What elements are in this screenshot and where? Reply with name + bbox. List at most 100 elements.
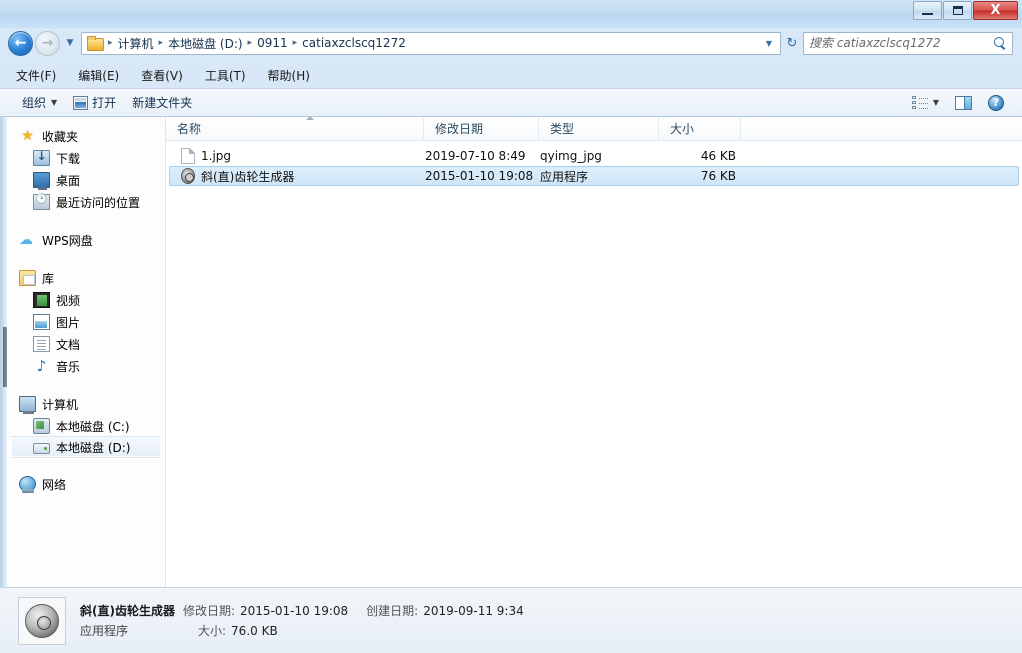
video-icon bbox=[33, 292, 50, 308]
music-icon bbox=[33, 358, 50, 374]
sidebar-item-wps-cloud[interactable]: WPS网盘 bbox=[7, 229, 165, 251]
column-header-type[interactable]: 类型 bbox=[539, 117, 659, 140]
library-icon bbox=[19, 270, 36, 286]
sidebar-item-local-disk-d[interactable]: 本地磁盘 (D:) bbox=[11, 436, 161, 458]
maximize-icon bbox=[952, 6, 963, 15]
breadcrumb-local-disk-d[interactable]: 本地磁盘 (D:) bbox=[166, 35, 244, 52]
explorer-window: X ← → ▼ ▸ 计算机 ▸ 本地磁盘 (D:) ▸ 0911 ▸ catia… bbox=[0, 0, 1022, 653]
sidebar-item-libraries[interactable]: 库 bbox=[7, 267, 165, 289]
details-status-bar: 斜(直)齿轮生成器 修改日期: 2015-01-10 19:08 创建日期: 2… bbox=[0, 587, 1022, 653]
breadcrumb-separator[interactable]: ▸ bbox=[105, 38, 116, 48]
sidebar-item-desktop[interactable]: 桌面 bbox=[7, 169, 165, 191]
status-file-name: 斜(直)齿轮生成器 bbox=[80, 604, 175, 618]
file-name-cell: 1.jpg bbox=[170, 148, 425, 164]
title-bar: X bbox=[0, 0, 1022, 28]
sidebar-item-label: 视频 bbox=[56, 293, 81, 308]
sidebar-item-network[interactable]: 网络 bbox=[7, 473, 165, 495]
change-view-button[interactable]: ▼ bbox=[904, 92, 947, 114]
column-header-size[interactable]: 大小 bbox=[659, 117, 741, 140]
jpg-file-icon bbox=[181, 148, 195, 164]
picture-icon bbox=[33, 314, 50, 330]
sidebar-item-label: 收藏夹 bbox=[42, 129, 79, 144]
sidebar-item-label: 本地磁盘 (D:) bbox=[56, 440, 131, 455]
application-exe-icon bbox=[181, 168, 195, 184]
desktop-icon bbox=[33, 172, 50, 190]
status-line-secondary: 应用程序 大小: 76.0 KB bbox=[80, 622, 524, 639]
column-header-row: 名称 修改日期 类型 大小 bbox=[166, 116, 1022, 141]
close-button[interactable]: X bbox=[973, 1, 1018, 20]
sidebar-item-pictures[interactable]: 图片 bbox=[7, 311, 165, 333]
status-file-thumbnail bbox=[18, 596, 66, 645]
sidebar-item-label: 下载 bbox=[56, 151, 81, 166]
open-file-icon bbox=[73, 95, 89, 110]
menu-tools[interactable]: 工具(T) bbox=[203, 65, 248, 86]
back-arrow-icon: ← bbox=[14, 35, 27, 51]
sidebar-item-music[interactable]: 音乐 bbox=[7, 355, 165, 377]
status-created-value: 2019-09-11 9:34 bbox=[423, 603, 524, 618]
window-controls: X bbox=[913, 1, 1018, 20]
maximize-button[interactable] bbox=[943, 1, 972, 20]
organize-button[interactable]: 组织 ▼ bbox=[14, 92, 65, 114]
show-preview-pane-button[interactable] bbox=[947, 92, 980, 114]
file-rows: 1.jpg 2019-07-10 8:49 qyimg_jpg 46 KB 斜(… bbox=[166, 141, 1022, 587]
recent-places-icon bbox=[33, 194, 50, 210]
menu-file[interactable]: 文件(F) bbox=[14, 65, 58, 86]
drive-c-icon bbox=[33, 418, 50, 434]
sidebar-item-label: 文档 bbox=[56, 337, 81, 352]
organize-label: 组织 bbox=[22, 96, 47, 110]
breadcrumb-0911[interactable]: 0911 bbox=[255, 36, 290, 50]
folder-icon bbox=[87, 36, 104, 51]
forward-button[interactable]: → bbox=[35, 30, 60, 56]
sidebar-item-downloads[interactable]: 下载 bbox=[7, 147, 165, 169]
toolbar: 组织 ▼ 打开 新建文件夹 ▼ ? bbox=[0, 88, 1022, 117]
sidebar-item-label: 库 bbox=[42, 271, 55, 286]
sidebar-item-videos[interactable]: 视频 bbox=[7, 289, 165, 311]
search-box[interactable] bbox=[803, 31, 1013, 55]
breadcrumb-separator[interactable]: ▸ bbox=[245, 38, 256, 48]
back-button[interactable]: ← bbox=[8, 30, 33, 56]
open-button[interactable]: 打开 bbox=[65, 92, 124, 114]
new-folder-button[interactable]: 新建文件夹 bbox=[124, 92, 200, 114]
search-input[interactable] bbox=[809, 36, 991, 50]
refresh-button[interactable]: ↻ bbox=[781, 36, 803, 51]
navigation-pane: 收藏夹 下载 桌面 最近访问的位置 WPS网盘 库 bbox=[7, 117, 166, 587]
sidebar-item-label: WPS网盘 bbox=[42, 233, 93, 248]
file-type-cell: qyimg_jpg bbox=[540, 149, 602, 163]
file-list-pane: 名称 修改日期 类型 大小 1.jpg 2019-07-10 8:49 qyim… bbox=[166, 116, 1022, 587]
address-bar[interactable]: ▸ 计算机 ▸ 本地磁盘 (D:) ▸ 0911 ▸ catiaxzclscq1… bbox=[81, 31, 781, 55]
menu-view[interactable]: 查看(V) bbox=[139, 65, 185, 86]
gear-wheel-icon bbox=[25, 603, 59, 638]
sidebar-item-label: 本地磁盘 (C:) bbox=[56, 419, 130, 434]
menu-help[interactable]: 帮助(H) bbox=[266, 65, 312, 86]
breadcrumb-current-folder[interactable]: catiaxzclscq1272 bbox=[300, 36, 408, 50]
breadcrumb-separator[interactable]: ▸ bbox=[156, 38, 167, 48]
drive-d-icon bbox=[33, 443, 50, 454]
column-header-name[interactable]: 名称 bbox=[166, 117, 424, 140]
file-name-cell: 斜(直)齿轮生成器 bbox=[170, 168, 425, 185]
sidebar-item-local-disk-c[interactable]: 本地磁盘 (C:) bbox=[7, 415, 165, 437]
breadcrumb-computer[interactable]: 计算机 bbox=[116, 35, 156, 52]
chevron-down-icon: ▼ bbox=[932, 98, 939, 107]
sidebar-item-recent-places[interactable]: 最近访问的位置 bbox=[7, 191, 165, 213]
minimize-button[interactable] bbox=[913, 1, 942, 20]
sidebar-item-computer[interactable]: 计算机 bbox=[7, 393, 165, 415]
download-icon bbox=[33, 149, 50, 166]
sidebar-item-documents[interactable]: 文档 bbox=[7, 333, 165, 355]
refresh-icon: ↻ bbox=[786, 35, 798, 51]
table-row[interactable]: 斜(直)齿轮生成器 2015-01-10 19:08 应用程序 76 KB bbox=[169, 166, 1019, 186]
address-dropdown-icon[interactable]: ▼ bbox=[760, 39, 778, 48]
table-row[interactable]: 1.jpg 2019-07-10 8:49 qyimg_jpg 46 KB bbox=[169, 146, 1019, 166]
sidebar-item-label: 桌面 bbox=[56, 173, 81, 188]
column-header-date-modified[interactable]: 修改日期 bbox=[424, 117, 539, 140]
help-button[interactable]: ? bbox=[980, 92, 1012, 114]
breadcrumb-separator[interactable]: ▸ bbox=[290, 38, 301, 48]
sort-ascending-icon bbox=[306, 116, 314, 120]
column-header-filler bbox=[741, 117, 1022, 140]
new-folder-label: 新建文件夹 bbox=[132, 96, 193, 110]
recent-locations-button[interactable]: ▼ bbox=[64, 38, 76, 48]
sidebar-item-label: 音乐 bbox=[56, 359, 81, 374]
menu-edit[interactable]: 编辑(E) bbox=[76, 65, 121, 86]
sidebar-item-favorites[interactable]: 收藏夹 bbox=[7, 125, 165, 147]
